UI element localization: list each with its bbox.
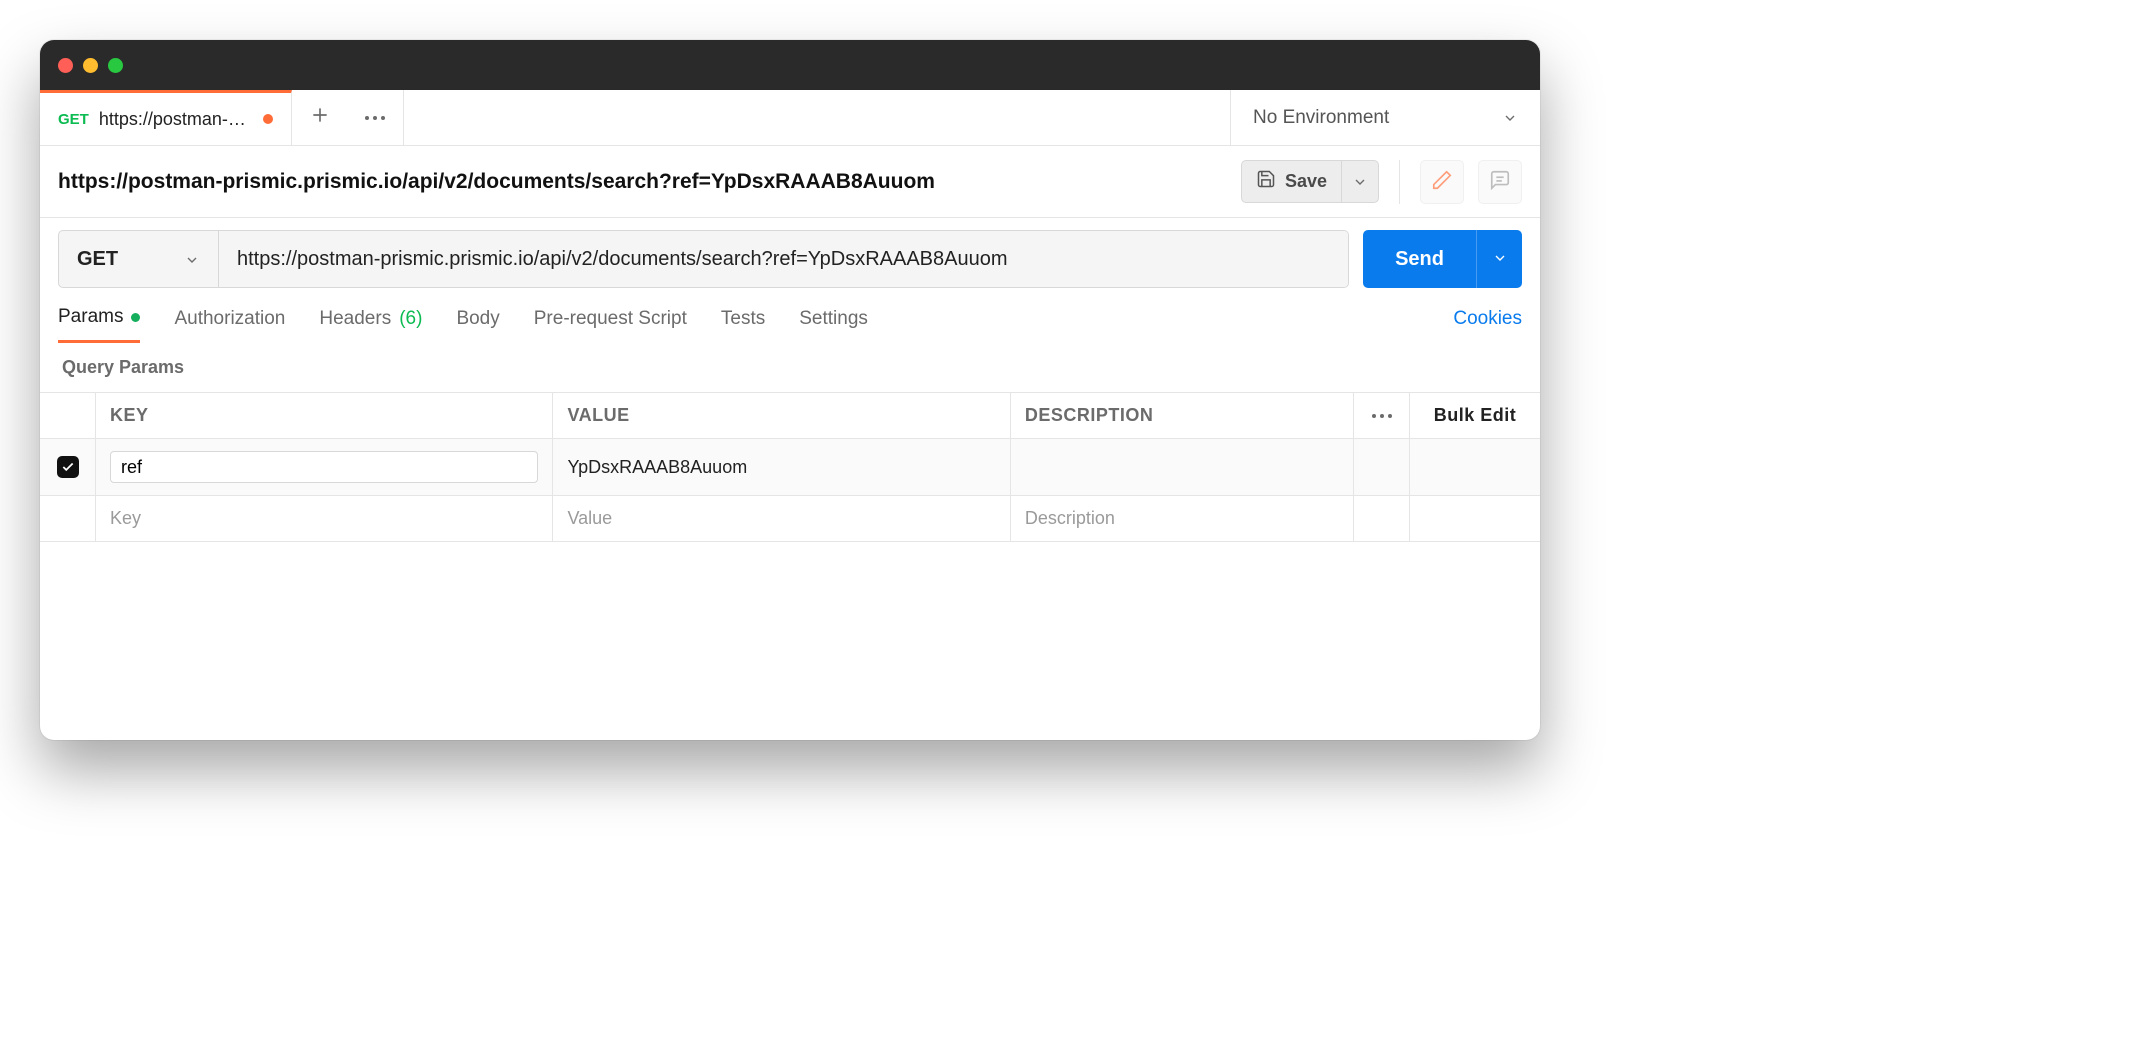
row-description-cell[interactable]: [1011, 439, 1354, 495]
param-value-placeholder: Value: [567, 508, 612, 529]
request-tab-label: https://postman-prism: [99, 109, 249, 130]
send-options-button[interactable]: [1476, 230, 1522, 288]
request-tab[interactable]: GET https://postman-prism: [40, 90, 292, 145]
save-button[interactable]: Save: [1241, 160, 1342, 203]
row-checkbox-cell: [40, 439, 96, 495]
tab-label: Settings: [799, 308, 868, 330]
edit-button[interactable]: [1420, 160, 1464, 204]
row-key-cell: [96, 439, 553, 495]
tab-strip: GET https://postman-prism No Environment: [40, 90, 1540, 146]
row-value-cell[interactable]: YpDsxRAAAB8Auuom: [553, 439, 1010, 495]
table-header-row: KEY VALUE DESCRIPTION Bulk Edit: [40, 393, 1540, 439]
plus-icon: [310, 105, 330, 130]
chevron-down-icon: [1352, 174, 1368, 190]
headers-count: (6): [399, 308, 422, 330]
param-description-placeholder: Description: [1025, 508, 1115, 529]
http-method-label: GET: [77, 248, 118, 271]
check-icon: [61, 460, 75, 474]
request-name[interactable]: https://postman-prismic.prismic.io/api/v…: [58, 170, 1227, 194]
col-value-header: VALUE: [553, 393, 1010, 438]
chevron-down-icon: [1502, 110, 1518, 126]
bulk-edit-button[interactable]: Bulk Edit: [1410, 393, 1540, 438]
table-row-empty: Key Value Description: [40, 496, 1540, 542]
tab-tests[interactable]: Tests: [721, 308, 765, 342]
tab-label: Params: [58, 306, 123, 328]
app-window: GET https://postman-prism No Environment…: [40, 40, 1540, 740]
enable-param-checkbox[interactable]: [57, 456, 79, 478]
tab-body[interactable]: Body: [456, 308, 499, 342]
method-url-group: GET: [58, 230, 1349, 288]
url-bar-row: GET Send: [40, 218, 1540, 288]
param-value-text: YpDsxRAAAB8Auuom: [567, 457, 747, 478]
row-spacer-cell-2: [1410, 439, 1540, 495]
request-tab-method: GET: [58, 111, 89, 128]
chevron-down-icon: [1492, 250, 1508, 269]
tab-label: Authorization: [174, 308, 285, 330]
tab-label: Tests: [721, 308, 765, 330]
environment-selector[interactable]: No Environment: [1230, 90, 1540, 145]
tab-headers[interactable]: Headers (6): [319, 308, 422, 342]
row-spacer-cell: [1354, 496, 1410, 541]
request-url-input[interactable]: [219, 231, 1348, 287]
param-key-input[interactable]: [110, 451, 538, 483]
query-params-table: KEY VALUE DESCRIPTION Bulk Edit YpDsxRAA…: [40, 392, 1540, 542]
col-description-header: DESCRIPTION: [1011, 393, 1354, 438]
tab-settings[interactable]: Settings: [799, 308, 868, 342]
row-spacer-cell-2: [1410, 496, 1540, 541]
window-maximize-button[interactable]: [108, 58, 123, 73]
window-minimize-button[interactable]: [83, 58, 98, 73]
send-button[interactable]: Send: [1363, 230, 1476, 288]
col-checkbox: [40, 393, 96, 438]
comments-button[interactable]: [1478, 160, 1522, 204]
table-row: YpDsxRAAAB8Auuom: [40, 439, 1540, 496]
tab-label: Headers: [319, 308, 391, 330]
comment-icon: [1489, 169, 1511, 194]
environment-label: No Environment: [1253, 107, 1389, 129]
save-button-group: Save: [1241, 160, 1379, 203]
row-value-cell[interactable]: Value: [553, 496, 1010, 541]
divider: [1399, 160, 1400, 204]
tab-authorization[interactable]: Authorization: [174, 308, 285, 342]
tab-overflow-button[interactable]: [348, 90, 404, 145]
column-options-button[interactable]: [1354, 393, 1410, 438]
row-description-cell[interactable]: Description: [1011, 496, 1354, 541]
tab-params[interactable]: Params: [58, 306, 140, 343]
new-tab-button[interactable]: [292, 90, 348, 145]
save-options-button[interactable]: [1342, 160, 1379, 203]
active-indicator-icon: [131, 313, 140, 322]
request-subtabs: Params Authorization Headers (6) Body Pr…: [40, 288, 1540, 343]
window-close-button[interactable]: [58, 58, 73, 73]
cookies-link[interactable]: Cookies: [1453, 308, 1522, 342]
tab-label: Body: [456, 308, 499, 330]
send-button-group: Send: [1363, 230, 1522, 288]
http-method-selector[interactable]: GET: [59, 231, 219, 287]
title-bar: [40, 40, 1540, 90]
row-checkbox-cell: [40, 496, 96, 541]
query-params-header: Query Params: [40, 343, 1540, 392]
save-icon: [1256, 169, 1276, 194]
col-key-header: KEY: [96, 393, 553, 438]
tab-pre-request-script[interactable]: Pre-request Script: [534, 308, 687, 342]
row-key-cell[interactable]: Key: [96, 496, 553, 541]
more-horizontal-icon: [1372, 414, 1392, 418]
request-header-row: https://postman-prismic.prismic.io/api/v…: [40, 146, 1540, 218]
row-spacer-cell: [1354, 439, 1410, 495]
pencil-icon: [1431, 169, 1453, 194]
tab-label: Pre-request Script: [534, 308, 687, 330]
param-key-placeholder: Key: [110, 508, 141, 529]
chevron-down-icon: [184, 251, 200, 267]
more-horizontal-icon: [365, 116, 385, 120]
save-button-label: Save: [1285, 171, 1327, 192]
unsaved-indicator-icon: [263, 114, 273, 124]
